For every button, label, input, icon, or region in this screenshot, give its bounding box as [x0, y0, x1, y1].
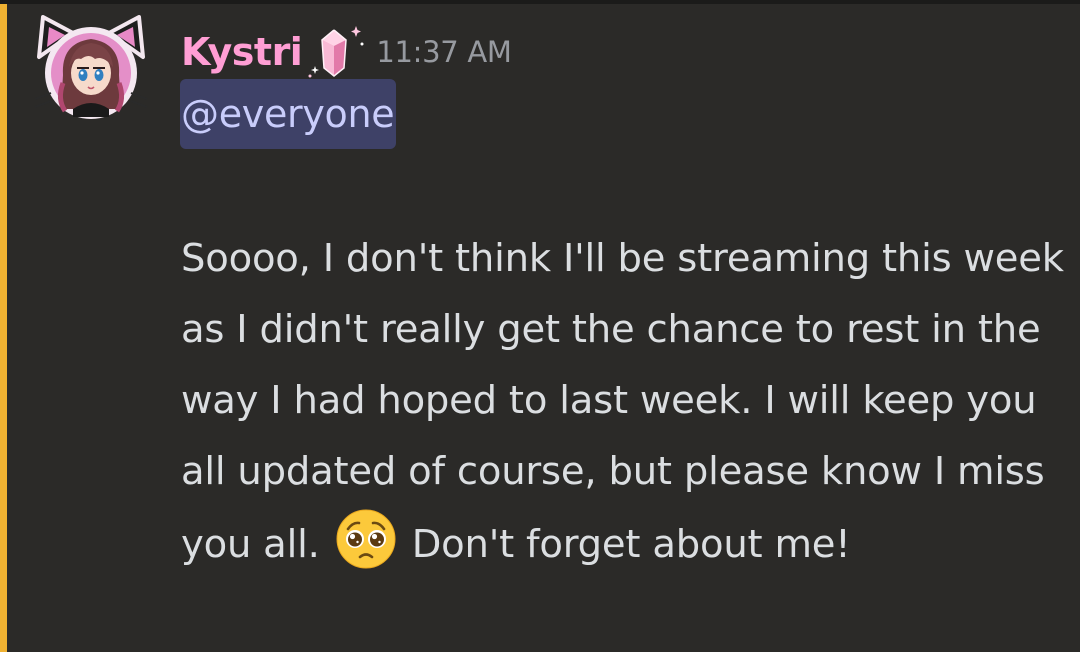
everyone-mention[interactable]: @everyone	[180, 79, 397, 149]
pink-crystal-gem-icon[interactable]	[306, 24, 366, 80]
message-timestamp: 11:37 AM	[376, 35, 512, 69]
message-text-part1: Soooo, I don't think I'll be streaming t…	[181, 236, 1064, 567]
chat-message: Kystri 11:37 AM @everyone Soooo, I don't…	[0, 0, 1080, 652]
avatar[interactable]	[33, 13, 149, 121]
message-content: Soooo, I don't think I'll be streaming t…	[181, 223, 1071, 580]
username[interactable]: Kystri	[181, 30, 303, 74]
message-text-part2: Don't forget about me!	[411, 522, 851, 567]
pleading-face-emoji[interactable]	[334, 507, 398, 571]
message-header: Kystri 11:37 AM	[181, 24, 512, 80]
chat-screen: Kystri 11:37 AM @everyone Soooo, I don't…	[0, 0, 1080, 652]
